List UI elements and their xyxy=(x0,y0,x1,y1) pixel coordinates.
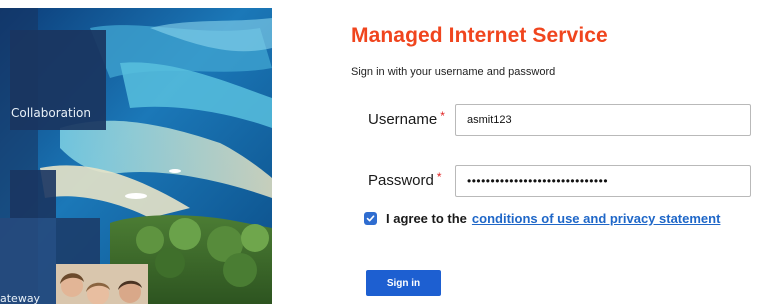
password-input[interactable] xyxy=(455,165,751,197)
page-subtitle: Sign in with your username and password xyxy=(351,66,556,78)
hero-collage: Collaboration ateway xyxy=(0,8,272,304)
page-title: Managed Internet Service xyxy=(351,24,608,47)
collaboration-label: Collaboration xyxy=(11,106,91,120)
agree-text: I agree to the xyxy=(386,211,467,226)
sign-in-button[interactable]: Sign in xyxy=(366,270,441,296)
agree-checkbox[interactable] xyxy=(364,212,377,225)
checkmark-icon xyxy=(366,215,375,222)
required-marker: * xyxy=(440,109,445,123)
gateway-label: ateway xyxy=(0,292,41,304)
conditions-link[interactable]: conditions of use and privacy statement xyxy=(472,211,721,226)
required-marker: * xyxy=(436,170,442,184)
agree-row: I agree to the conditions of use and pri… xyxy=(364,211,720,226)
password-label-text: Password xyxy=(368,172,434,189)
username-label-text: Username xyxy=(368,111,438,128)
password-label: Password * xyxy=(368,170,442,189)
collage-artwork xyxy=(0,8,272,304)
username-input[interactable] xyxy=(455,104,751,136)
username-label: Username * xyxy=(368,109,445,128)
